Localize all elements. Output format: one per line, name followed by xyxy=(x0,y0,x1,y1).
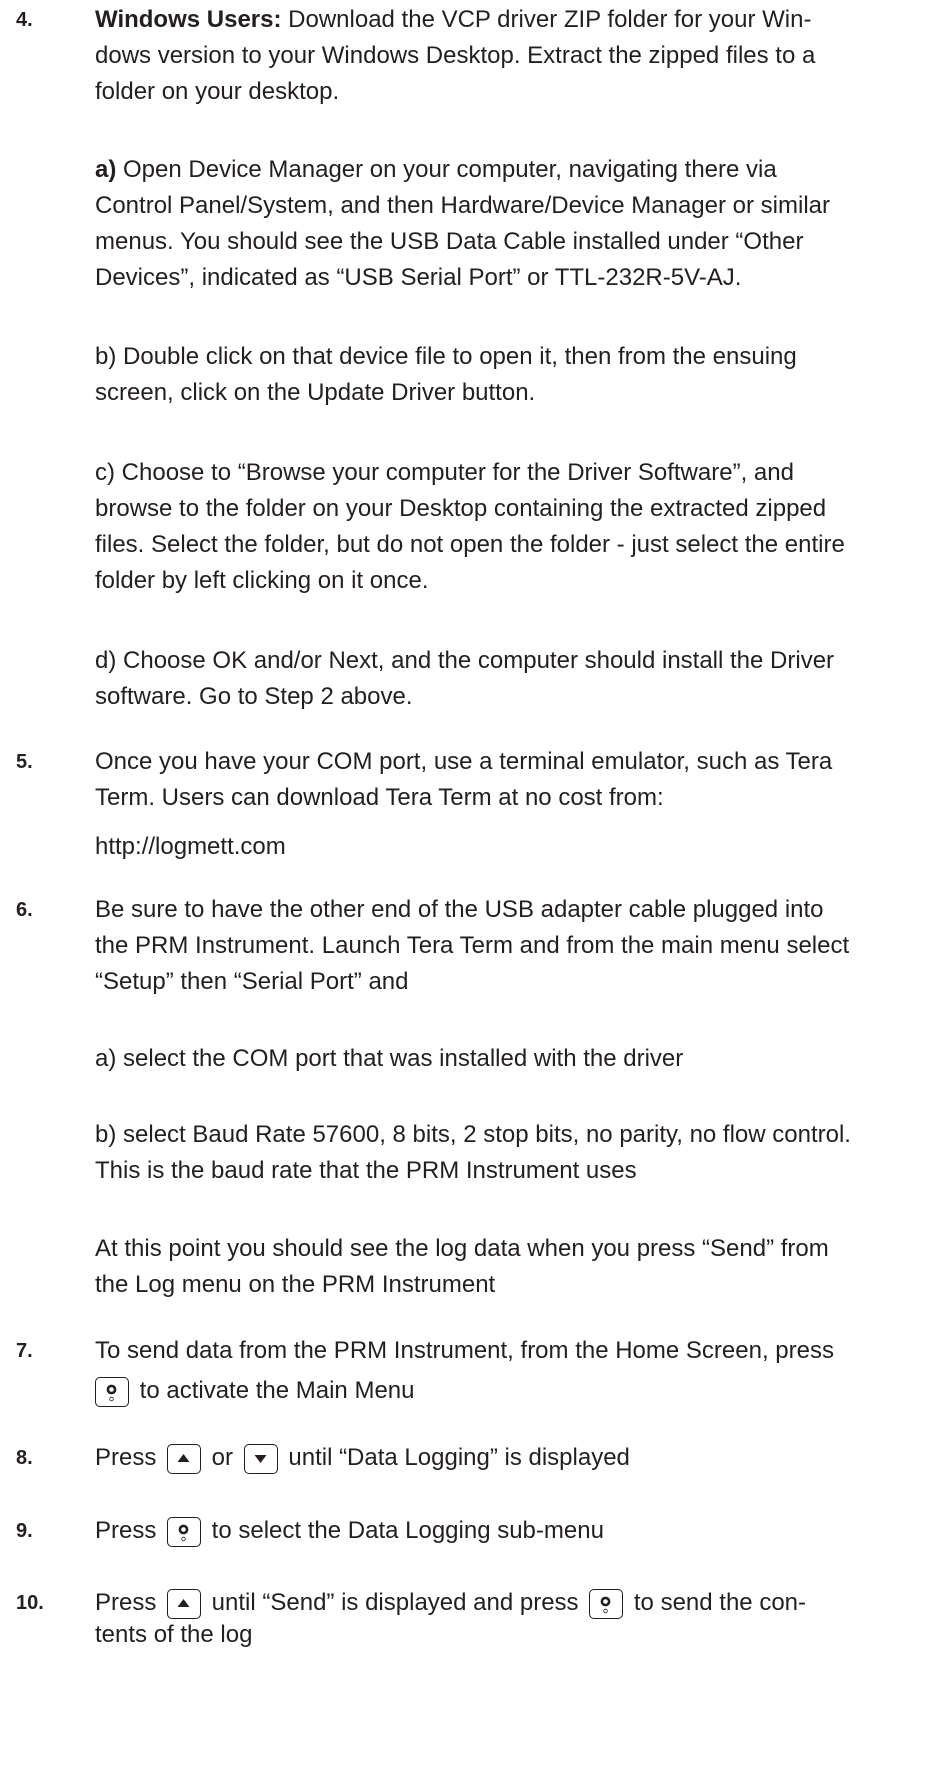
text-line: files. Select the folder, but do not ope… xyxy=(95,531,845,558)
text-segment: until “Send” is displayed and press xyxy=(205,1589,586,1616)
step-number: 10. xyxy=(16,1592,44,1614)
step-body: Press or until “Data Logging” is display… xyxy=(95,1440,937,1476)
text-line: b) Double click on that device file to o… xyxy=(95,343,797,370)
text-line: “Setup” then “Serial Port” and xyxy=(95,968,409,995)
step-body: Once you have your COM port, use a termi… xyxy=(95,744,937,816)
select-button-icon xyxy=(589,1589,624,1619)
url-line: http://logmett.com xyxy=(95,829,937,865)
text-segment: Press xyxy=(95,1589,164,1616)
step-heading: Windows Users: xyxy=(95,6,282,33)
substep-6b: b) select Baud Rate 57600, 8 bits, 2 sto… xyxy=(95,1117,937,1189)
text-line: to activate the Main Menu xyxy=(133,1377,415,1404)
text-line: To send data from the PRM Instrument, fr… xyxy=(95,1337,834,1364)
text-line: Control Panel/System, and then Hardware/… xyxy=(95,192,830,219)
substep-label: a) xyxy=(95,156,117,183)
step-number: 5. xyxy=(16,751,33,773)
text-line: This is the baud rate that the PRM Instr… xyxy=(95,1157,637,1184)
select-button-icon xyxy=(167,1517,202,1547)
url-text: http://logmett.com xyxy=(95,833,286,860)
step-body: Windows Users: Download the VCP driver Z… xyxy=(95,2,937,110)
text-line: Open Device Manager on your computer, na… xyxy=(116,156,777,183)
text-line: tents of the log xyxy=(95,1621,253,1648)
text-line: Be sure to have the other end of the USB… xyxy=(95,896,824,923)
substep-6a: a) select the COM port that was installe… xyxy=(95,1041,937,1077)
step-number: 8. xyxy=(16,1447,33,1469)
text-line: Download the VCP driver ZIP folder for y… xyxy=(281,6,812,33)
up-arrow-button-icon xyxy=(167,1589,202,1619)
up-arrow-button-icon xyxy=(167,1444,202,1474)
text-line: folder on your desktop. xyxy=(95,78,340,105)
text-line: c) Choose to “Browse your computer for t… xyxy=(95,459,794,486)
text-line: menus. You should see the USB Data Cable… xyxy=(95,228,804,255)
text-line: software. Go to Step 2 above. xyxy=(95,683,413,710)
text-line: At this point you should see the log dat… xyxy=(95,1235,829,1262)
note-paragraph: At this point you should see the log dat… xyxy=(95,1231,937,1303)
text-line: screen, click on the Update Driver butto… xyxy=(95,379,536,406)
step-body: Press to select the Data Logging sub-men… xyxy=(95,1513,937,1549)
step-number: 9. xyxy=(16,1520,33,1542)
substep-4b: b) Double click on that device file to o… xyxy=(95,339,937,411)
text-segment: until “Data Logging” is displayed xyxy=(281,1444,630,1471)
step-body: Be sure to have the other end of the USB… xyxy=(95,892,937,1000)
text-segment: Press xyxy=(95,1444,164,1471)
step-number: 4. xyxy=(16,9,33,31)
text-line: dows version to your Windows Desktop. Ex… xyxy=(95,42,816,69)
text-segment: to send the con- xyxy=(627,1589,806,1616)
text-line: a) select the COM port that was installe… xyxy=(95,1045,684,1072)
text-line: Term. Users can download Tera Term at no… xyxy=(95,784,664,811)
text-segment: or xyxy=(205,1444,240,1471)
paragraph: Windows Users: Download the VCP driver Z… xyxy=(95,2,937,110)
text-line: d) Choose OK and/or Next, and the comput… xyxy=(95,647,835,674)
text-line: folder by left clicking on it once. xyxy=(95,567,429,594)
substep-4d: d) Choose OK and/or Next, and the comput… xyxy=(95,643,937,715)
text-segment: Press xyxy=(95,1517,164,1544)
down-arrow-button-icon xyxy=(243,1444,278,1474)
text-segment: to select the Data Logging sub-menu xyxy=(205,1517,604,1544)
text-line: the PRM Instrument. Launch Tera Term and… xyxy=(95,932,850,959)
step-body: To send data from the PRM Instrument, fr… xyxy=(95,1333,937,1409)
text-line: the Log menu on the PRM Instrument xyxy=(95,1271,496,1298)
substep-4c: c) Choose to “Browse your computer for t… xyxy=(95,455,937,599)
step-number: 6. xyxy=(16,899,33,921)
step-body: Press until “Send” is displayed and pres… xyxy=(95,1585,937,1653)
step-number: 7. xyxy=(16,1340,33,1362)
text-line: Once you have your COM port, use a termi… xyxy=(95,748,833,775)
text-line: b) select Baud Rate 57600, 8 bits, 2 sto… xyxy=(95,1121,851,1148)
substep-4a: a) Open Device Manager on your computer,… xyxy=(95,152,937,296)
text-line: Devices”, indicated as “USB Serial Port”… xyxy=(95,264,742,291)
text-line: browse to the folder on your Desktop con… xyxy=(95,495,827,522)
select-button-icon xyxy=(95,1377,129,1407)
